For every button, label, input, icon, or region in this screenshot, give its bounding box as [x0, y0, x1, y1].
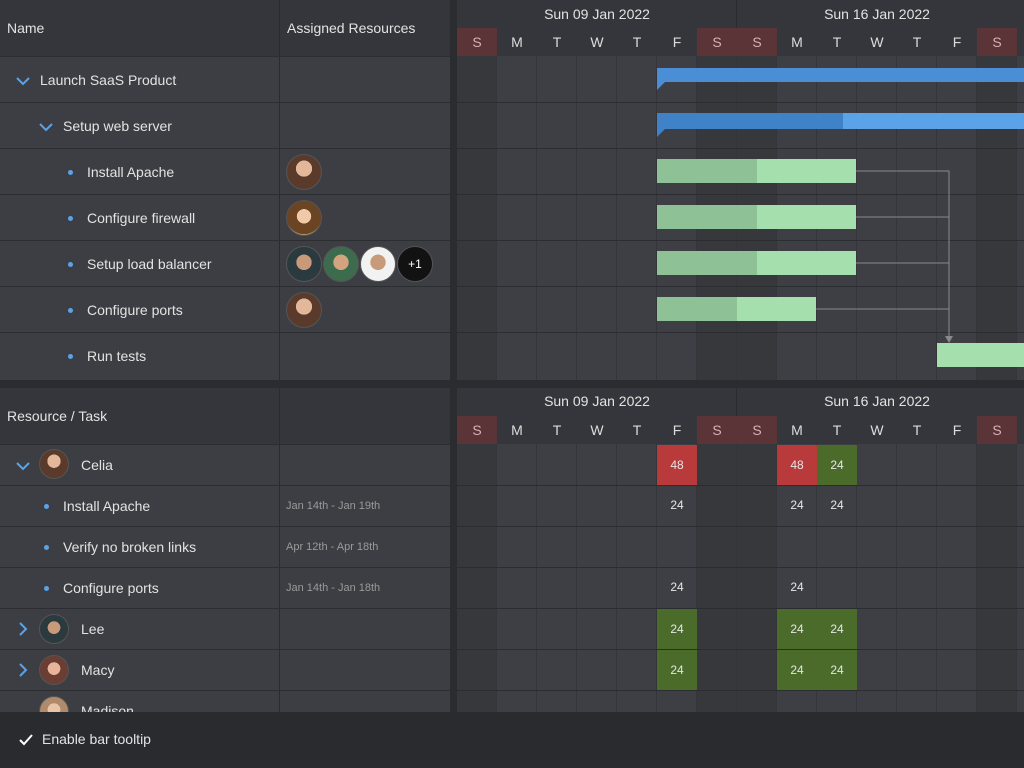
dependency-lines	[816, 170, 953, 343]
week-label: Sun 16 Jan 2022	[824, 393, 930, 409]
allocation-cell[interactable]: 24	[817, 485, 857, 525]
resource-task-label[interactable]: Verify no broken links	[63, 539, 196, 555]
panel-splitter[interactable]	[0, 380, 1024, 388]
bullet-icon	[44, 545, 49, 550]
avatar[interactable]	[286, 200, 322, 236]
resource-task-label[interactable]: Configure ports	[63, 580, 159, 596]
avatar[interactable]	[286, 246, 322, 282]
resource-row-label[interactable]: Celia	[81, 457, 113, 473]
column-header-resource-task[interactable]: Resource / Task	[7, 408, 107, 424]
task-date-range: Apr 12th - Apr 18th	[286, 541, 379, 553]
allocation-cell[interactable]: 24	[657, 609, 697, 649]
resource-row-label[interactable]: Macy	[81, 662, 114, 678]
resource-timeline: Sun 09 Jan 2022 Sun 16 Jan 2022 SMTWTFSS…	[457, 388, 1024, 712]
resource-grid: Resource / Task Celia Install Apache Jan…	[0, 388, 450, 726]
allocation-cell[interactable]: 24	[657, 650, 697, 690]
allocation-cell[interactable]: 24	[657, 567, 697, 607]
bullet-icon	[68, 308, 73, 313]
day-header-row: SMTWTFSSMTWTFS	[457, 416, 1024, 444]
task-date-range: Jan 14th - Jan 18th	[286, 582, 381, 594]
allocation-cell[interactable]: 24	[657, 485, 697, 525]
task-row-label[interactable]: Configure ports	[87, 302, 183, 318]
bullet-icon	[44, 504, 49, 509]
more-resources-count: +1	[398, 247, 432, 281]
chevron-down-icon[interactable]	[15, 73, 31, 89]
allocation-cell[interactable]: 24	[777, 650, 817, 690]
day-header-t: T	[832, 422, 842, 438]
day-header-s: S	[697, 416, 737, 444]
week-label: Sun 09 Jan 2022	[544, 393, 650, 409]
allocation-cell[interactable]: 48	[777, 445, 817, 485]
avatar[interactable]	[286, 292, 322, 328]
bullet-icon	[68, 262, 73, 267]
allocation-cell[interactable]: 24	[777, 609, 817, 649]
day-header-t: T	[632, 422, 642, 438]
tooltip-toggle-label: Enable bar tooltip	[42, 731, 151, 747]
allocation-cell[interactable]: 24	[817, 445, 857, 485]
footer-toolbar: Enable bar tooltip	[0, 712, 1024, 768]
day-header-s: S	[457, 416, 497, 444]
avatar[interactable]	[286, 154, 322, 190]
chevron-down-icon[interactable]	[15, 458, 31, 474]
avatar	[39, 449, 69, 479]
day-header-t: T	[912, 422, 922, 438]
day-header-s: S	[977, 416, 1017, 444]
day-header-m: M	[791, 422, 803, 438]
task-grid: Name Assigned Resources Launch SaaS Prod…	[0, 0, 450, 380]
tooltip-toggle[interactable]: Enable bar tooltip	[18, 730, 218, 750]
chevron-down-icon[interactable]	[38, 119, 54, 135]
day-header-t: T	[552, 422, 562, 438]
checkmark-icon	[19, 734, 33, 746]
day-header-s: S	[737, 416, 777, 444]
avatar	[39, 614, 69, 644]
chevron-right-icon[interactable]	[15, 621, 31, 637]
bullet-icon	[44, 586, 49, 591]
allocation-cell[interactable]: 24	[777, 485, 817, 525]
allocation-cell[interactable]: 24	[817, 609, 857, 649]
allocation-cell[interactable]: 48	[657, 445, 697, 485]
avatar[interactable]	[323, 246, 359, 282]
column-header-assigned-resources[interactable]: Assigned Resources	[287, 20, 415, 36]
bullet-icon	[68, 354, 73, 359]
day-header-f: F	[952, 422, 962, 438]
column-header-name[interactable]: Name	[7, 20, 44, 36]
avatar[interactable]	[360, 246, 396, 282]
avatar-more[interactable]: +1	[397, 246, 433, 282]
resource-row-label[interactable]: Lee	[81, 621, 104, 637]
bullet-icon	[68, 216, 73, 221]
task-row-label[interactable]: Setup load balancer	[87, 256, 212, 272]
task-row-label[interactable]: Run tests	[87, 348, 146, 364]
task-row-label[interactable]: Configure firewall	[87, 210, 195, 226]
task-date-range: Jan 14th - Jan 19th	[286, 500, 381, 512]
day-header-f: F	[672, 422, 682, 438]
resource-task-label[interactable]: Install Apache	[63, 498, 150, 514]
day-header-w: W	[590, 422, 604, 438]
gantt-timeline: Sun 09 Jan 2022 Sun 16 Jan 2022 SMTWTFSS…	[457, 0, 1024, 380]
task-row-label[interactable]: Launch SaaS Product	[40, 72, 176, 88]
day-header-m: M	[511, 422, 523, 438]
avatar	[39, 655, 69, 685]
allocation-cell[interactable]: 24	[817, 650, 857, 690]
task-row-label[interactable]: Install Apache	[87, 164, 174, 180]
task-row-label[interactable]: Setup web server	[63, 118, 172, 134]
chevron-right-icon[interactable]	[15, 662, 31, 678]
bullet-icon	[68, 170, 73, 175]
allocation-cell[interactable]: 24	[777, 567, 817, 607]
vertical-splitter[interactable]	[450, 0, 457, 712]
day-header-w: W	[870, 422, 884, 438]
